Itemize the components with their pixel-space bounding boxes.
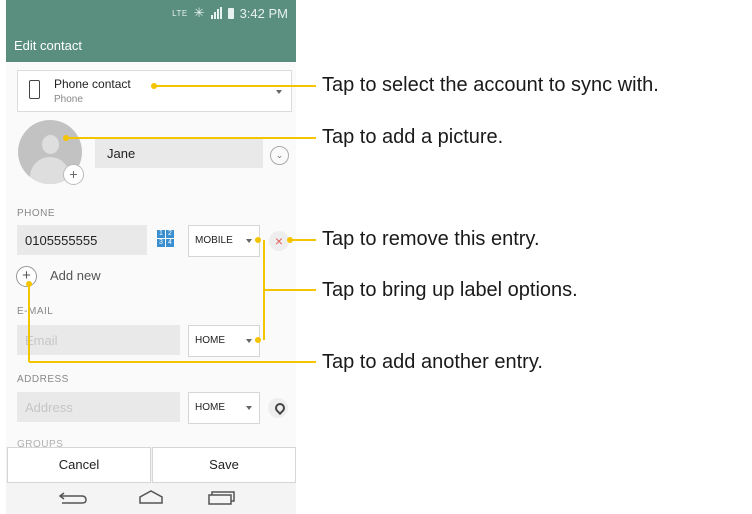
email-label-value: HOME [195, 335, 225, 346]
callout-add-entry: Tap to add another entry. [322, 351, 543, 373]
account-selector[interactable]: Phone contact Phone [17, 70, 292, 112]
dropdown-arrow-icon [246, 239, 252, 243]
nav-icons [58, 490, 235, 505]
remove-icon[interactable]: × [269, 231, 289, 251]
status-bar: LTE ✳ 3:42 PM [6, 0, 296, 26]
keypad-digit: 3 [157, 239, 165, 247]
signal-icon [210, 7, 222, 19]
save-button[interactable]: Save [152, 447, 296, 483]
address-label-dropdown[interactable]: HOME [188, 392, 260, 424]
action-bar: Cancel Save [6, 447, 296, 483]
phone-number-value: 0105555555 [25, 233, 98, 248]
cancel-button[interactable]: Cancel [7, 447, 151, 483]
add-photo-icon[interactable]: + [63, 164, 84, 185]
account-type: Phone [54, 94, 83, 105]
email-field[interactable]: Email [17, 325, 180, 355]
expand-icon[interactable]: ⌄ [270, 146, 289, 165]
address-label-value: HOME [195, 402, 225, 413]
data-activity-icon: ✳ [193, 5, 205, 20]
recent-apps-icon[interactable] [208, 491, 235, 505]
keypad-digit: 1 [157, 230, 165, 238]
address-placeholder: Address [25, 400, 73, 415]
back-icon[interactable] [58, 492, 87, 504]
callout-label-options: Tap to bring up label options. [322, 279, 578, 301]
name-field[interactable]: Jane [95, 138, 263, 168]
callout-picture: Tap to add a picture. [322, 126, 504, 148]
callout-remove: Tap to remove this entry. [322, 228, 540, 250]
address-section-label: ADDRESS [17, 374, 69, 385]
phone-number-field[interactable]: 0105555555 [17, 225, 147, 255]
home-icon[interactable] [139, 490, 163, 504]
navigation-bar [6, 483, 296, 514]
address-field[interactable]: Address [17, 392, 180, 422]
add-icon[interactable]: + [16, 266, 37, 287]
location-pin-icon[interactable] [268, 398, 288, 418]
keypad-digit: 2 [166, 230, 174, 238]
page-title: Edit contact [14, 38, 82, 53]
app-bar: Edit contact [6, 26, 296, 62]
network-type: LTE [172, 8, 188, 18]
account-name: Phone contact [54, 77, 131, 91]
phone-label-dropdown[interactable]: MOBILE [188, 225, 260, 257]
name-value: Jane [107, 146, 136, 161]
email-placeholder: Email [25, 333, 58, 348]
phone-section-label: PHONE [17, 208, 56, 219]
battery-icon [227, 7, 234, 19]
add-new-button[interactable]: Add new [50, 268, 101, 283]
phone-screen: LTE ✳ 3:42 PM Edit contact Phone contact… [6, 0, 296, 514]
clock: 3:42 PM [239, 5, 288, 21]
dropdown-arrow-icon [246, 406, 252, 410]
email-section-label: E-MAIL [17, 306, 54, 317]
keypad-digit: 4 [166, 239, 174, 247]
dropdown-arrow-icon [246, 339, 252, 343]
callout-account: Tap to select the account to sync with. [322, 74, 659, 96]
dropdown-arrow-icon [276, 90, 282, 94]
avatar-icon [42, 135, 59, 154]
email-label-dropdown[interactable]: HOME [188, 325, 260, 357]
phone-label-value: MOBILE [195, 235, 233, 246]
keypad-icon[interactable]: 1 2 3 4 [157, 230, 174, 247]
phone-icon [29, 80, 40, 99]
